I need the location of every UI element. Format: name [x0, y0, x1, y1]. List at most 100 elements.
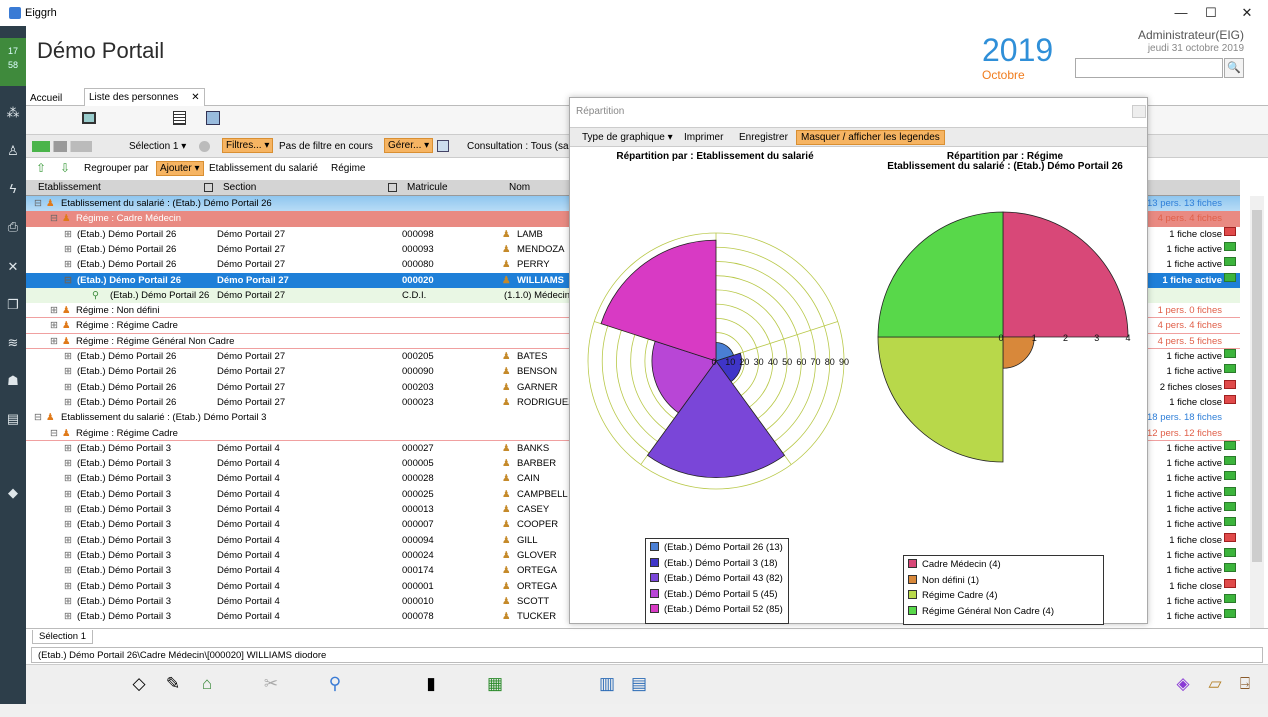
expand-icon[interactable]: ⊟ [64, 273, 72, 288]
current-date: jeudi 31 octobre 2019 [1147, 43, 1244, 54]
active-status-icon [1224, 471, 1236, 481]
maximize-button[interactable]: ☐ [1196, 3, 1226, 23]
col-etablissement[interactable]: Etablissement [38, 182, 101, 193]
book-icon[interactable]: ◇ [126, 671, 152, 697]
org-chart-icon[interactable]: ⁂ [0, 102, 26, 124]
expand-icon[interactable]: ⊞ [50, 303, 58, 318]
cell-etablissement: (Etab.) Démo Portail 26 [110, 289, 210, 301]
notebook-icon[interactable]: ▮ [418, 671, 444, 697]
chart-icon[interactable] [437, 140, 449, 152]
expand-icon[interactable]: ⊞ [64, 227, 72, 242]
windows-icon[interactable] [206, 111, 220, 125]
cell-section: Démo Portail 4 [217, 549, 280, 561]
expand-icon[interactable]: ⊞ [64, 487, 72, 502]
expand-icon[interactable]: ⊞ [64, 594, 72, 609]
cell-section: Démo Portail 4 [217, 458, 280, 470]
col-nom[interactable]: Nom [509, 182, 530, 193]
folder-icon[interactable]: ▱ [1202, 671, 1228, 697]
expand-icon[interactable]: ⊞ [64, 257, 72, 272]
group-chip-regime[interactable]: Régime [328, 162, 368, 175]
person-icon: ♟ [502, 611, 511, 623]
manage-dropdown[interactable]: Gérer... ▾ [384, 138, 434, 153]
selection-dropdown[interactable]: Sélection 1 ▾ [126, 140, 189, 153]
person-icon[interactable]: ♙ [0, 140, 26, 162]
search-input[interactable] [1075, 58, 1223, 78]
expand-icon[interactable]: ⊟ [50, 426, 58, 441]
save-menu[interactable]: Enregistrer [735, 131, 792, 144]
house-icon[interactable]: ⌂ [194, 671, 220, 697]
tools-icon[interactable]: ✕ [0, 256, 26, 278]
tab-liste-des-personnes[interactable]: Liste des personnes ✕ [84, 88, 205, 107]
chart-type-menu[interactable]: Type de graphique ▾ [578, 131, 677, 144]
wrench-icon[interactable]: ✂ [258, 671, 284, 697]
selection-tab[interactable]: Sélection 1 [32, 630, 94, 644]
exit-door-icon[interactable]: ⍈ [1232, 671, 1258, 697]
print-menu[interactable]: Imprimer [680, 131, 727, 144]
expand-icon[interactable]: ⊞ [64, 517, 72, 532]
monitor-icon[interactable] [82, 112, 96, 124]
expand-icon[interactable]: ⊞ [50, 334, 58, 349]
polar-slice[interactable] [1002, 336, 1035, 369]
expand-icon[interactable]: ⊞ [64, 380, 72, 395]
arrow-up-icon[interactable]: ⇧ [36, 161, 46, 175]
expand-icon[interactable]: ⊞ [64, 563, 72, 578]
group-chip-etablissement[interactable]: Etablissement du salarié [206, 162, 321, 175]
arrow-down-icon[interactable]: ⇩ [60, 161, 70, 175]
search-icon[interactable]: 🔍 [1224, 58, 1244, 78]
expand-icon[interactable]: ⊟ [50, 211, 58, 226]
printer-icon[interactable]: ⎙ [0, 216, 26, 238]
col-matricule[interactable]: Matricule [407, 182, 448, 193]
col-section[interactable]: Section [223, 182, 256, 193]
export-icon[interactable]: ▤ [626, 671, 652, 697]
scroll-thumb[interactable] [1252, 210, 1262, 562]
copy-icon[interactable]: ❐ [0, 294, 26, 316]
group-icon[interactable]: ☗ [0, 370, 26, 392]
expand-icon[interactable]: ⊞ [64, 548, 72, 563]
lightning-icon[interactable]: ϟ [0, 178, 26, 200]
expand-icon[interactable]: ⊞ [64, 395, 72, 410]
dialog-close-button[interactable] [1132, 105, 1146, 118]
expand-icon[interactable]: ⊞ [64, 242, 72, 257]
tag-icon[interactable]: ◈ [1170, 671, 1196, 697]
minimize-button[interactable]: — [1166, 3, 1196, 23]
vertical-scrollbar[interactable] [1250, 196, 1264, 628]
expand-icon[interactable]: ⊞ [64, 609, 72, 624]
toggle-legend-button[interactable]: Masquer / afficher les legendes [796, 130, 945, 145]
calculator-icon[interactable] [173, 111, 186, 125]
report-icon[interactable]: ▤ [0, 408, 26, 430]
expand-icon[interactable]: ⊟ [34, 410, 42, 425]
person-icon: ♟ [502, 366, 511, 378]
clear-icon[interactable] [199, 141, 210, 152]
magnifier-icon[interactable]: ⚲ [322, 671, 348, 697]
edit-icon[interactable]: ✎ [160, 671, 186, 697]
database-icon[interactable]: ▥ [594, 671, 620, 697]
polar-slice[interactable] [1002, 211, 1129, 338]
expand-icon[interactable]: ⊞ [64, 471, 72, 486]
close-button[interactable]: ✕ [1232, 3, 1262, 23]
expand-icon[interactable]: ⊞ [64, 441, 72, 456]
expand-icon[interactable]: ⊞ [50, 318, 58, 333]
expand-icon[interactable]: ⊞ [64, 456, 72, 471]
legend-item: Régime Cadre (4) [908, 590, 1099, 606]
selection-tools-icon[interactable] [32, 141, 92, 152]
cell-matricule: 000090 [402, 366, 434, 378]
polar-slice[interactable] [877, 336, 1004, 463]
col-filter-icon[interactable] [388, 183, 397, 192]
expand-icon[interactable]: ⊞ [64, 579, 72, 594]
expand-icon[interactable]: ⊞ [64, 349, 72, 364]
layers-icon[interactable]: ≋ [0, 332, 26, 354]
expand-icon[interactable]: ⊞ [64, 533, 72, 548]
expand-icon[interactable]: ⊞ [64, 364, 72, 379]
excel-icon[interactable]: ▦ [482, 671, 508, 697]
cell-section: Démo Portail 27 [217, 243, 286, 255]
expand-icon[interactable]: ⊞ [64, 502, 72, 517]
polar-slice[interactable] [877, 211, 1004, 338]
group-count: 12 pers. 12 fiches [1147, 427, 1222, 439]
add-group-dropdown[interactable]: Ajouter ▾ [156, 161, 204, 176]
graduation-cap-icon[interactable]: ◆ [0, 482, 26, 504]
col-filter-icon[interactable] [204, 183, 213, 192]
expand-icon[interactable]: ⊟ [34, 196, 42, 211]
cell-matricule: 000205 [402, 351, 434, 362]
filters-dropdown[interactable]: Filtres... ▾ [222, 138, 274, 153]
tab-close-icon[interactable]: ✕ [191, 92, 199, 103]
